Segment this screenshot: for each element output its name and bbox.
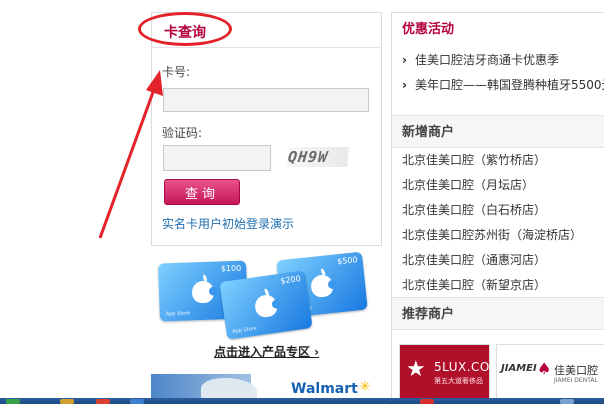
star-icon: ★ [406,357,426,382]
card-query-panel: 卡查询 卡号: 验证码: QH9W 查询 实名卡用户初始登录演示 [151,12,382,246]
apple-icon [191,280,215,304]
merchant-item[interactable]: 北京佳美口腔（月坛店） [402,173,582,198]
promotion-item[interactable]: 佳美口腔洁牙商通卡优惠季 [402,48,604,73]
start-icon[interactable] [6,399,20,404]
left-blank-area [0,0,150,404]
gift-card-store: App Store [232,325,258,335]
taskbar-app-icon[interactable] [60,399,74,404]
card-number-input[interactable] [163,88,369,112]
jiamei-logo-cn: 佳美口腔 [554,364,598,377]
annotation-ellipse [138,12,232,46]
merchant-item[interactable]: 北京佳美口腔（通惠河店） [402,248,582,273]
apple-icon [310,273,335,299]
promotion-item[interactable]: 美年口腔——韩国登腾种植牙5500元 [402,73,604,98]
demo-link[interactable]: 实名卡用户初始登录演示 [162,215,294,232]
walmart-spark-icon: ✳ [359,379,371,395]
recommended-heading: 推荐商户 [392,297,604,330]
card-number-label: 卡号: [162,65,191,79]
merchant-item[interactable]: 北京佳美口腔（紫竹桥店） [402,148,582,173]
merchant-item[interactable]: 北京佳美口腔（白石桥店） [402,198,582,223]
merchant-item[interactable]: 北京佳美口腔（新望京店） [402,273,582,298]
gift-cards-banner[interactable]: $100 App Store $500 App Store $200 App S… [151,251,380,346]
right-sidebar: 优惠活动 佳美口腔洁牙商通卡优惠季 美年口腔——韩国登腾种植牙5500元 新增商… [391,12,604,405]
gift-card-amount: $200 [279,273,302,286]
captcha-image[interactable]: QH9W [286,147,350,167]
5lux-logo[interactable]: ★ 5LUX.COM 第五大道奢侈品 [399,344,500,400]
promotions-heading: 优惠活动 [402,22,455,37]
gift-card-amount: $500 [336,255,359,267]
jiamei-logo-en: JIAMEI DENTAL [554,377,598,384]
jiamei-logo-name: JIAMEI [501,363,537,374]
apple-icon [253,293,279,319]
promotions-list: 佳美口腔洁牙商通卡优惠季 美年口腔——韩国登腾种植牙5500元 [402,48,604,98]
jiamei-logo[interactable]: JIAMEI ♠ 佳美口腔 JIAMEI DENTAL [496,344,604,400]
gift-card: $200 App Store [219,270,313,340]
new-merchants-heading: 新增商户 [392,115,604,148]
taskbar [0,398,604,404]
taskbar-tray-icon[interactable] [560,399,574,404]
5lux-logo-name: 5LUX.COM [434,360,501,374]
taskbar-app-icon[interactable] [96,399,110,404]
title-divider [152,47,381,48]
captcha-input[interactable] [163,145,271,171]
tooth-icon: ♠ [537,359,552,378]
walmart-logo-text: Walmart [291,381,358,397]
query-button[interactable]: 查询 [164,179,240,205]
taskbar-app-icon[interactable] [130,399,144,404]
new-merchants-list: 北京佳美口腔（紫竹桥店） 北京佳美口腔（月坛店） 北京佳美口腔（白石桥店） 北京… [402,148,582,298]
gift-card-amount: $100 [220,263,242,274]
gift-card-store: App Store [165,310,191,318]
5lux-logo-sub: 第五大道奢侈品 [434,377,483,385]
taskbar-tray-icon[interactable] [420,399,434,404]
captcha-label: 验证码: [162,126,203,140]
merchant-item[interactable]: 北京佳美口腔苏州街（海淀桥店） [402,223,582,248]
product-zone-link[interactable]: 点击进入产品专区 › [214,343,319,360]
